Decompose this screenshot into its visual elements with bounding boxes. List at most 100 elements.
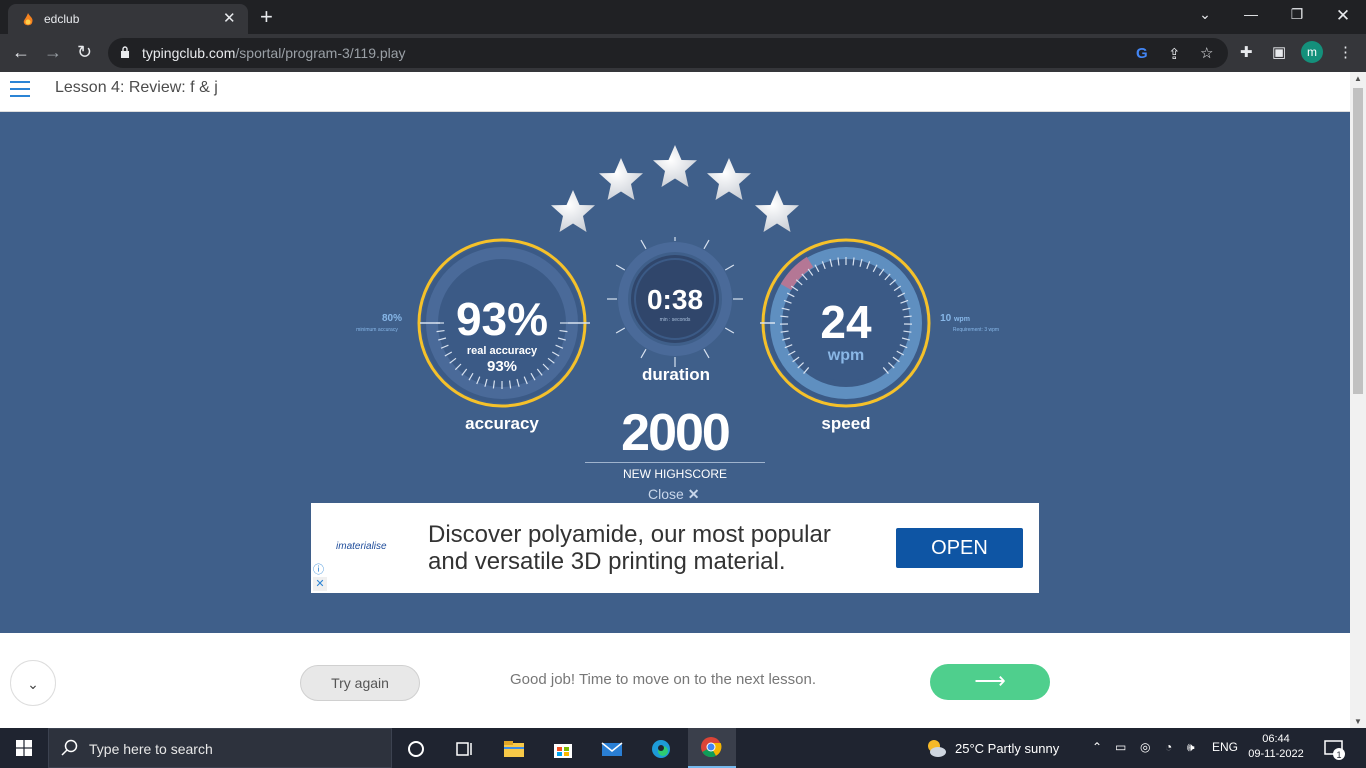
close-tab-icon[interactable]: ✕ <box>223 9 236 27</box>
star-icon <box>599 158 643 200</box>
svg-text:1: 1 <box>1336 750 1341 760</box>
hamburger-menu-icon[interactable] <box>10 81 30 99</box>
speed-value: 24 <box>820 296 872 348</box>
lesson-header: Lesson 4: Review: f & j <box>0 72 1350 112</box>
battery-icon[interactable]: ▭ <box>1115 740 1126 754</box>
speed-gauge: 24 wpm 10 wpm Requirement: 3 wpm <box>760 238 999 408</box>
gauge-tick <box>780 315 789 318</box>
bookmark-star-icon[interactable]: ☆ <box>1200 44 1213 62</box>
new-tab-button[interactable]: + <box>260 4 273 30</box>
ad-text[interactable]: Discover polyamide, our most popular and… <box>428 521 831 575</box>
ad-open-button[interactable]: OPEN <box>896 528 1023 568</box>
gauge-tick <box>640 239 647 250</box>
windows-taskbar: Type here to search 25°C Partly sunny ⌃ … <box>0 728 1366 768</box>
meet-now-icon[interactable]: ◎ <box>1140 740 1150 754</box>
gauge-tick <box>703 239 710 250</box>
chrome-icon <box>701 737 722 758</box>
scroll-down-icon[interactable]: ▼ <box>1354 717 1362 726</box>
gauge-tick <box>703 348 710 359</box>
duration-title: duration <box>642 365 710 384</box>
minimize-button[interactable]: — <box>1236 6 1266 22</box>
mail-icon[interactable] <box>601 738 623 760</box>
star-icon <box>707 158 751 200</box>
star-icon <box>551 190 595 232</box>
reload-button[interactable]: ↻ <box>77 42 92 63</box>
duration-value: 0:38 <box>647 284 703 315</box>
real-accuracy-value: 93% <box>487 358 517 375</box>
taskbar-chrome-active[interactable] <box>688 728 736 768</box>
tab-search-icon[interactable]: ⌄ <box>1190 6 1220 23</box>
edge-icon[interactable] <box>650 738 672 760</box>
lock-icon <box>121 46 129 58</box>
edclub-favicon-icon <box>23 13 33 26</box>
file-explorer-icon[interactable] <box>503 738 525 760</box>
chevron-down-icon: ⌄ <box>27 676 39 692</box>
task-view-icon[interactable] <box>453 738 475 760</box>
highscore-value: 2000 <box>621 404 731 462</box>
ad-close-icon[interactable]: ✕ <box>313 577 327 591</box>
star-icon <box>653 145 697 187</box>
volume-icon[interactable]: 🕪 <box>1187 740 1195 755</box>
duration-gauge: 0:38 min : seconds <box>607 237 743 367</box>
highscore-label: NEW HIGHSCORE <box>622 467 727 481</box>
restore-button[interactable]: ❐ <box>1282 6 1312 23</box>
extensions-icon[interactable]: ✚ <box>1240 43 1253 61</box>
minimum-accuracy-label: minimum accuracy <box>356 327 398 333</box>
wifi-icon[interactable]: ◔ <box>1165 740 1172 754</box>
language-indicator[interactable]: ENG <box>1212 740 1238 754</box>
google-lens-icon[interactable]: G <box>1136 45 1148 62</box>
feedback-message: Good job! Time to move on to the next le… <box>510 671 817 688</box>
speed-requirement-value: 10 wpm <box>940 313 970 324</box>
minimum-accuracy-value: 80% <box>382 313 402 324</box>
back-button[interactable]: ← <box>12 42 30 63</box>
try-again-button[interactable]: Try again <box>300 665 420 701</box>
expand-chevron-button[interactable]: ⌄ <box>10 660 56 706</box>
address-bar[interactable]: typingclub.com/sportal/program-3/119.pla… <box>108 38 1228 68</box>
profile-avatar[interactable]: m <box>1301 41 1323 63</box>
show-hidden-icons-icon[interactable]: ⌃ <box>1092 740 1102 754</box>
stars-rating <box>551 145 799 232</box>
cortana-icon[interactable] <box>405 738 427 760</box>
accuracy-gauge: 93% real accuracy 93% 80% minimum accura… <box>356 238 590 408</box>
lesson-footer: ⌄ Try again Good job! Time to move on to… <box>0 633 1350 728</box>
tab-title: edclub <box>44 12 80 26</box>
close-button[interactable]: Close ✕ <box>648 486 699 503</box>
url-text: typingclub.com/sportal/program-3/119.pla… <box>142 45 406 61</box>
gauge-tick <box>724 327 735 334</box>
results-panel: 93% real accuracy 93% 80% minimum accura… <box>0 112 1350 633</box>
weather-text: 25°C Partly sunny <box>955 741 1060 756</box>
side-panel-icon[interactable]: ▣ <box>1272 43 1286 61</box>
star-icon <box>755 190 799 232</box>
ad-banner[interactable]: imaterialise Discover polyamide, our mos… <box>311 503 1039 593</box>
search-icon <box>61 739 78 756</box>
speed-title: speed <box>821 414 871 433</box>
taskbar-search-box[interactable]: Type here to search <box>48 728 392 768</box>
forward-button[interactable]: → <box>44 42 62 63</box>
scrollbar-thumb[interactable] <box>1353 88 1363 394</box>
browser-tab-strip: edclub ✕ + ⌄ — ❐ ✕ <box>0 0 1366 34</box>
gauge-tick <box>615 327 626 334</box>
more-menu-icon[interactable]: ⋮ <box>1338 43 1353 61</box>
notifications-icon[interactable]: 1 <box>1324 739 1346 761</box>
next-lesson-button[interactable]: ⟶ <box>930 664 1050 700</box>
page-scrollbar[interactable]: ▲ ▼ <box>1350 72 1366 728</box>
close-window-button[interactable]: ✕ <box>1328 6 1358 26</box>
windows-start-icon[interactable] <box>16 740 32 756</box>
partly-sunny-icon[interactable] <box>926 738 946 758</box>
accuracy-title: accuracy <box>465 414 539 433</box>
search-placeholder: Type here to search <box>89 741 213 757</box>
share-icon[interactable]: ⇪ <box>1168 45 1181 63</box>
gauge-tick <box>640 348 647 359</box>
gauge-tick <box>903 315 912 318</box>
ad-info-icon[interactable]: ⓘ <box>313 561 327 576</box>
microsoft-store-icon[interactable] <box>552 738 574 760</box>
accuracy-value: 93% <box>456 293 548 345</box>
scroll-up-icon[interactable]: ▲ <box>1354 74 1362 83</box>
speed-unit: wpm <box>827 347 864 364</box>
page-content: Lesson 4: Review: f & j 93% real accurac… <box>0 72 1350 728</box>
highscore: 2000 NEW HIGHSCORE <box>585 404 765 481</box>
taskbar-clock[interactable]: 06:44 09-11-2022 <box>1244 732 1308 762</box>
browser-tab[interactable]: edclub ✕ <box>8 4 248 34</box>
lesson-title: Lesson 4: Review: f & j <box>55 79 218 96</box>
ad-brand-logo: imaterialise <box>336 541 387 552</box>
